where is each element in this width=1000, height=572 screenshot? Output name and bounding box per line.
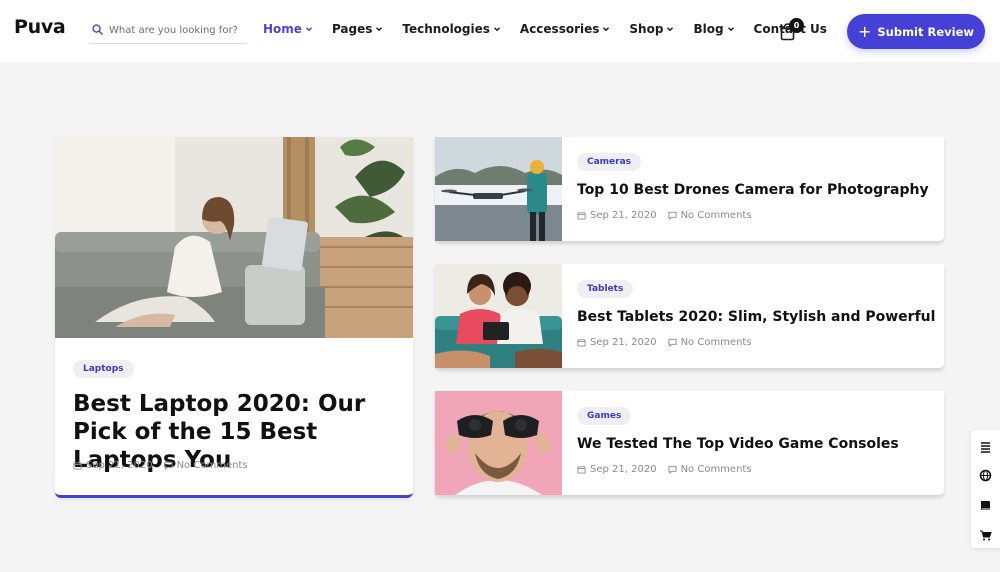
nav-technologies[interactable]: Technologies xyxy=(402,22,501,36)
calendar-icon xyxy=(577,212,586,220)
post-thumbnail[interactable] xyxy=(435,264,562,368)
chevron-down-icon xyxy=(727,27,734,32)
post-date: Sep 21, 2020 xyxy=(86,460,153,471)
nav-pages[interactable]: Pages xyxy=(332,22,383,36)
chevron-down-icon xyxy=(667,27,674,32)
nav-blog[interactable]: Blog xyxy=(693,22,734,36)
calendar-icon xyxy=(577,339,586,347)
post-date: Sep 21, 2020 xyxy=(590,210,657,221)
post-card[interactable]: Cameras Top 10 Best Drones Camera for Ph… xyxy=(435,137,944,241)
chevron-down-icon xyxy=(376,27,383,32)
submit-review-button[interactable]: + Submit Review xyxy=(847,14,985,49)
cart-icon[interactable] xyxy=(979,529,992,542)
post-card[interactable]: Games We Tested The Top Video Game Conso… xyxy=(435,391,944,495)
featured-post-card[interactable]: Laptops Best Laptop 2020: Our Pick of th… xyxy=(55,137,413,498)
nav-technologies-label: Technologies xyxy=(402,22,490,36)
category-tag[interactable]: Tablets xyxy=(577,280,634,298)
category-tag[interactable]: Laptops xyxy=(73,360,134,378)
post-date: Sep 21, 2020 xyxy=(590,337,657,348)
comment-icon xyxy=(164,461,173,470)
search-input[interactable] xyxy=(109,21,244,39)
nav-blog-label: Blog xyxy=(693,22,724,36)
post-title[interactable]: Top 10 Best Drones Camera for Photograph… xyxy=(577,182,929,198)
post-comments[interactable]: No Comments xyxy=(681,210,752,221)
nav-shop-label: Shop xyxy=(629,22,664,36)
drone-photo-illustration xyxy=(435,137,562,241)
calendar-icon xyxy=(73,462,82,470)
post-comments[interactable]: No Comments xyxy=(681,337,752,348)
submit-review-label: Submit Review xyxy=(877,24,975,39)
nav-shop[interactable]: Shop xyxy=(629,22,674,36)
comment-icon xyxy=(668,465,677,474)
featured-post-image[interactable] xyxy=(55,137,413,338)
list-icon[interactable] xyxy=(979,440,992,453)
chevron-down-icon xyxy=(603,27,610,32)
site-logo[interactable]: Puva xyxy=(14,16,66,38)
nav-home-label: Home xyxy=(263,22,302,36)
cart-count-badge: 0 xyxy=(789,18,804,33)
post-thumbnail[interactable] xyxy=(435,391,562,495)
post-title[interactable]: Best Tablets 2020: Slim, Stylish and Pow… xyxy=(577,309,935,325)
chevron-down-icon xyxy=(305,27,312,32)
post-card[interactable]: Tablets Best Tablets 2020: Slim, Stylish… xyxy=(435,264,944,368)
nav-pages-label: Pages xyxy=(331,22,373,36)
woman-laptop-illustration xyxy=(55,137,413,338)
main-nav: Home Pages Technologies Accessories Shop… xyxy=(263,22,846,36)
chevron-down-icon xyxy=(493,27,500,32)
plus-icon: + xyxy=(857,21,872,41)
post-date: Sep 21, 2020 xyxy=(590,464,657,475)
nav-accessories-label: Accessories xyxy=(519,22,600,36)
gamer-photo-illustration xyxy=(435,391,562,495)
post-title[interactable]: We Tested The Top Video Game Consoles xyxy=(577,436,899,452)
post-meta: Sep 21, 2020 No Comments xyxy=(577,210,752,221)
comment-icon xyxy=(668,338,677,347)
tablet-photo-illustration xyxy=(435,264,562,368)
comment-icon xyxy=(668,211,677,220)
post-meta: Sep 21, 2020 No Comments xyxy=(577,337,752,348)
post-meta: Sep 21, 2020 No Comments xyxy=(577,464,752,475)
search-icon xyxy=(92,24,103,35)
nav-home[interactable]: Home xyxy=(263,22,313,36)
cart-button[interactable]: 0 xyxy=(780,18,804,42)
post-comments[interactable]: No Comments xyxy=(177,460,248,471)
search-box xyxy=(89,18,247,44)
globe-icon[interactable] xyxy=(979,469,992,482)
site-header: Puva Home Pages Technologies Accessories… xyxy=(0,0,1000,62)
post-comments[interactable]: No Comments xyxy=(681,464,752,475)
side-toolbar xyxy=(971,430,1000,548)
nav-accessories[interactable]: Accessories xyxy=(520,22,611,36)
post-meta: Sep 21, 2020 No Comments xyxy=(73,460,248,471)
category-tag[interactable]: Games xyxy=(577,407,632,425)
calendar-icon xyxy=(577,466,586,474)
post-thumbnail[interactable] xyxy=(435,137,562,241)
book-icon[interactable] xyxy=(979,499,992,512)
category-tag[interactable]: Cameras xyxy=(577,153,642,171)
